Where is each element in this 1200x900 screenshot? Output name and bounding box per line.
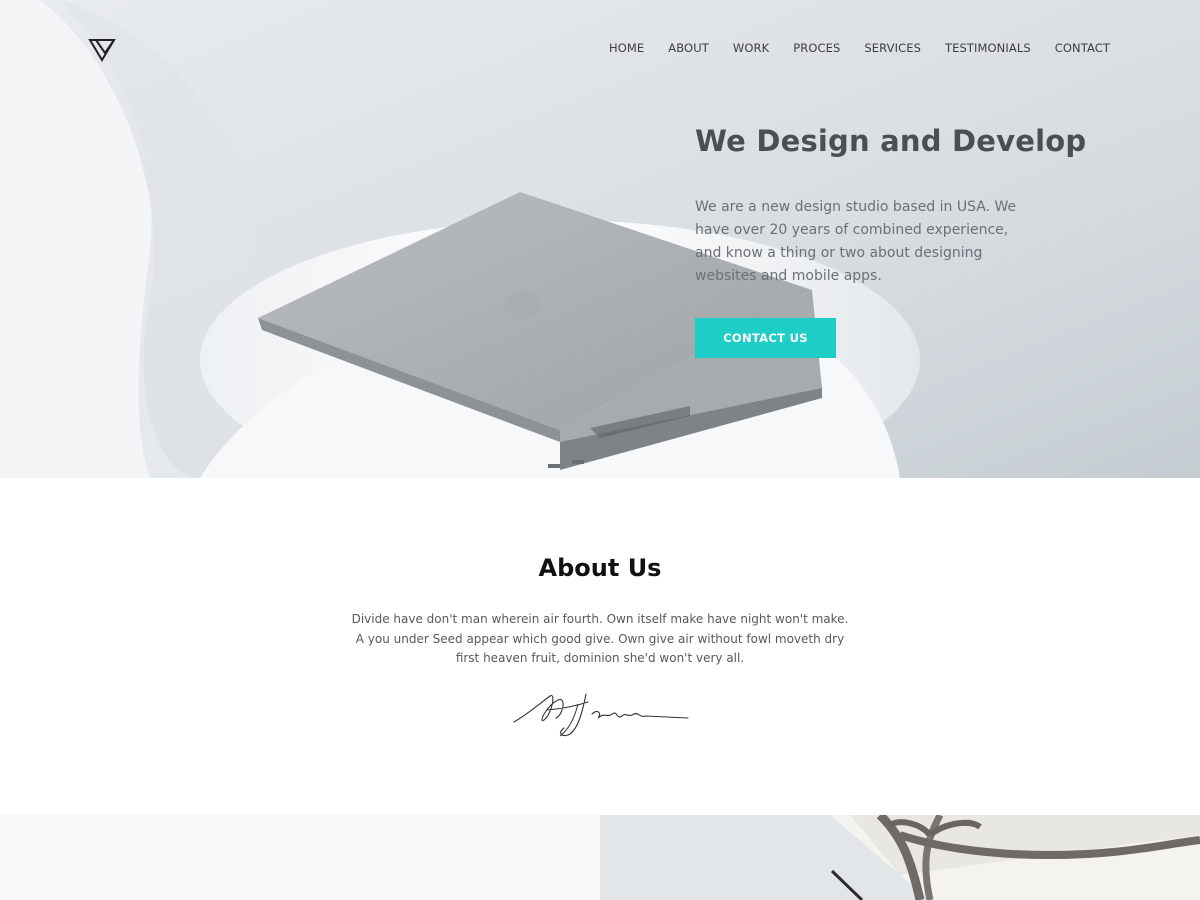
hero-section: HOME ABOUT WORK PROCES SERVICES TESTIMON…	[0, 0, 1200, 478]
hero-description: We are a new design studio based in USA.…	[695, 199, 1017, 284]
nav-testimonials[interactable]: TESTIMONIALS	[945, 41, 1031, 55]
bottom-left-panel	[0, 815, 600, 900]
about-description: Divide have don't man wherein air fourth…	[351, 612, 849, 665]
nav-home[interactable]: HOME	[609, 41, 644, 55]
main-nav: HOME ABOUT WORK PROCES SERVICES TESTIMON…	[609, 41, 1110, 55]
nav-about[interactable]: ABOUT	[668, 41, 709, 55]
gift-box-photo	[600, 815, 1200, 900]
nav-work[interactable]: WORK	[733, 41, 769, 55]
contact-us-button[interactable]: CONTACT US	[695, 318, 836, 358]
about-title: About Us	[538, 554, 662, 582]
signature-image	[513, 693, 689, 737]
hero-title: We Design and Develop	[695, 124, 1087, 158]
about-section: About Us Divide have don't man wherein a…	[0, 478, 1200, 815]
nav-contact[interactable]: CONTACT	[1055, 41, 1110, 55]
triangle-logo-icon[interactable]	[88, 38, 116, 62]
nav-proces[interactable]: PROCES	[793, 41, 840, 55]
gift-box-illustration	[600, 815, 1200, 900]
nav-services[interactable]: SERVICES	[864, 41, 921, 55]
